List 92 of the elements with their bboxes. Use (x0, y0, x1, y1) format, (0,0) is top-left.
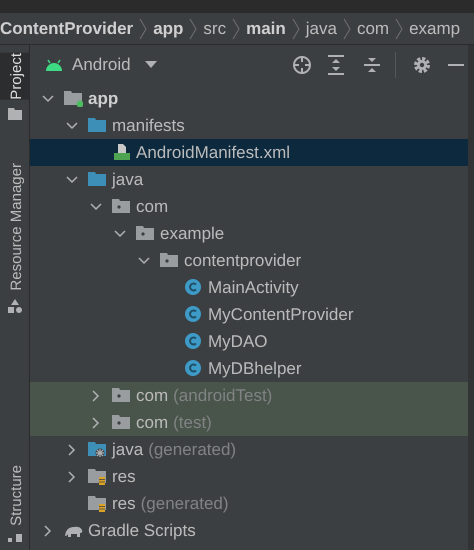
item-label: res (112, 466, 136, 488)
locate-icon[interactable] (292, 55, 312, 75)
chevron-separator-icon (189, 18, 198, 40)
item-label: java (112, 168, 144, 191)
tree-row[interactable]: MainActivity (30, 274, 468, 301)
class-icon (184, 360, 203, 377)
item-suffix: (generated) (148, 438, 236, 461)
item-suffix: (generated) (140, 492, 229, 515)
tree-row[interactable]: res (30, 463, 468, 490)
chevron-right-icon[interactable] (92, 416, 100, 428)
chevron-separator-icon (139, 18, 148, 40)
tree-row[interactable]: MyDBhelper (30, 355, 468, 382)
side-tab[interactable]: Resource Manager (0, 163, 30, 291)
expand-all-icon[interactable] (327, 55, 345, 75)
breadcrumb-item[interactable]: src (203, 16, 226, 42)
folder-icon (8, 108, 22, 120)
tree-row[interactable]: example (30, 220, 468, 247)
item-label: Gradle Scripts (88, 520, 196, 542)
side-tab[interactable]: Project (0, 53, 30, 100)
dropdown-caret-icon[interactable] (144, 61, 157, 69)
chevron-down-icon[interactable] (90, 202, 102, 210)
item-label: com (136, 412, 168, 434)
item-label: example (160, 222, 224, 245)
package-folder-icon (112, 414, 131, 431)
folder-icon (88, 171, 107, 188)
breadcrumb-item[interactable]: ContentProvider (0, 16, 134, 42)
tree-row[interactable]: AndroidManifest.xml (30, 139, 468, 166)
package-folder-icon (112, 198, 131, 215)
breadcrumb-item[interactable]: main (246, 16, 286, 42)
resource-folder-icon (88, 468, 107, 485)
item-suffix: (test) (173, 412, 212, 434)
chevron-right-icon[interactable] (92, 390, 100, 402)
package-folder-icon (136, 225, 155, 242)
generated-folder-icon (88, 441, 107, 458)
item-label: contentprovider (184, 250, 302, 272)
tree-row[interactable]: com (30, 193, 468, 220)
breadcrumb-item[interactable]: java (306, 16, 337, 42)
android-icon (44, 59, 64, 71)
shapes-icon (8, 298, 22, 313)
tree-row[interactable]: java (30, 166, 468, 193)
module-folder-icon (64, 90, 83, 107)
side-tab[interactable]: Structure (0, 465, 30, 526)
tree-row[interactable]: java (generated) (30, 436, 468, 463)
manifest-file-icon (112, 144, 131, 161)
class-icon (184, 279, 203, 296)
chevron-right-icon[interactable] (68, 444, 76, 456)
package-folder-icon (160, 252, 179, 269)
breadcrumb-item[interactable]: app (153, 16, 184, 42)
view-selector-label[interactable]: Android (72, 52, 131, 78)
settings-icon[interactable] (412, 55, 432, 75)
tree-row[interactable]: contentprovider (30, 247, 468, 274)
item-label: MyContentProvider (208, 304, 354, 326)
tree-row[interactable]: com (androidTest) (30, 382, 468, 409)
breadcrumb-item[interactable]: examp (409, 16, 460, 42)
item-label: manifests (112, 114, 185, 137)
tree-row[interactable]: MyContentProvider (30, 301, 468, 328)
chevron-right-icon[interactable] (44, 524, 52, 536)
chevron-separator-icon (395, 18, 404, 40)
chevron-down-icon[interactable] (138, 256, 150, 264)
item-label: res (112, 492, 136, 515)
class-icon (184, 306, 203, 323)
tree-row[interactable]: com (test) (30, 409, 468, 436)
minimize-icon[interactable] (448, 63, 464, 67)
item-label: java (112, 438, 144, 461)
folder-icon (88, 117, 107, 134)
chevron-separator-icon (232, 18, 240, 40)
chevron-separator-icon (292, 18, 300, 40)
tree-row[interactable]: MyDAO (30, 328, 468, 355)
resource-folder-icon (88, 495, 107, 512)
structure-icon (8, 534, 22, 542)
chevron-down-icon[interactable] (66, 122, 78, 130)
item-label: MyDBhelper (208, 358, 302, 380)
item-label: app (88, 88, 118, 110)
chevron-down-icon[interactable] (42, 94, 54, 102)
tree-row[interactable]: app (30, 85, 468, 112)
item-suffix: (androidTest) (173, 384, 272, 407)
collapse-all-icon[interactable] (363, 55, 381, 75)
chevron-separator-icon (342, 18, 351, 40)
package-folder-icon (112, 387, 131, 404)
tree-row[interactable]: res (generated) (30, 490, 468, 517)
chevron-down-icon[interactable] (114, 230, 126, 238)
item-label: AndroidManifest.xml (136, 142, 290, 164)
tree-row[interactable]: Gradle Scripts (30, 517, 468, 544)
chevron-right-icon[interactable] (68, 470, 76, 482)
item-label: com (136, 384, 168, 407)
item-label: com (136, 196, 168, 218)
breadcrumb-item[interactable]: com (356, 16, 390, 42)
item-label: MyDAO (208, 330, 268, 353)
class-icon (184, 333, 203, 350)
chevron-down-icon[interactable] (66, 176, 78, 184)
tree-row[interactable]: manifests (30, 112, 468, 139)
item-label: MainActivity (208, 276, 299, 299)
